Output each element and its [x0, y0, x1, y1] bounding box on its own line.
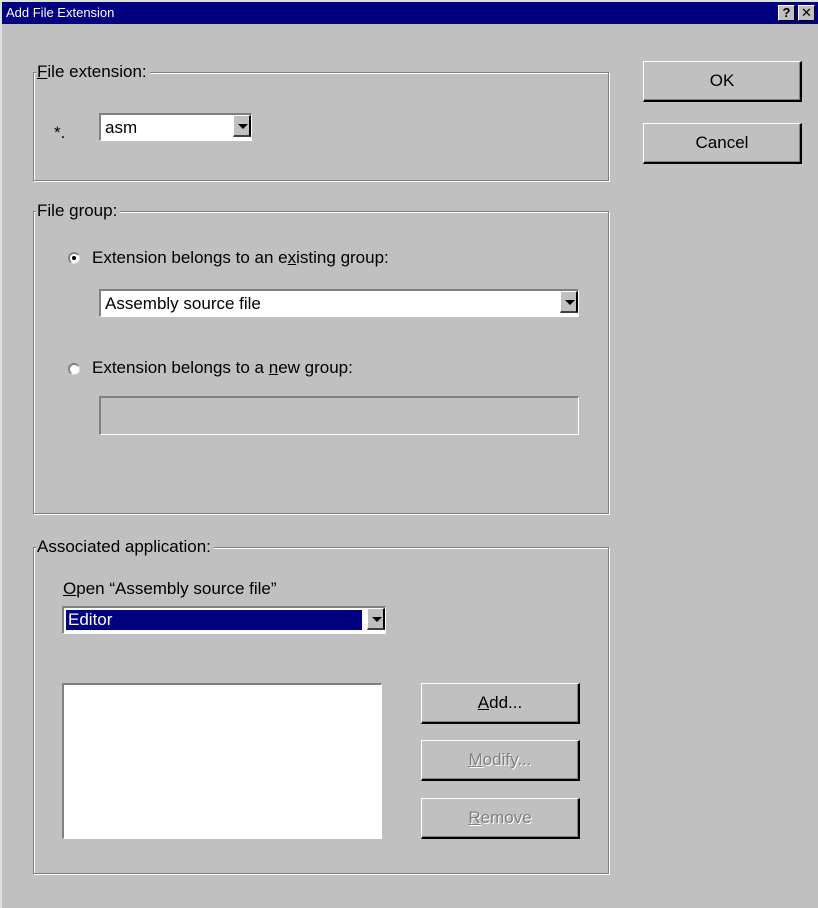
- radio-dot-icon: [72, 256, 76, 260]
- new-group-radio[interactable]: [68, 363, 80, 375]
- existing-group-label[interactable]: Extension belongs to an existing group:: [92, 248, 389, 268]
- ok-button[interactable]: OK: [643, 61, 802, 102]
- extension-dropdown-button[interactable]: [233, 115, 251, 137]
- application-dropdown-button[interactable]: [367, 608, 385, 630]
- associated-application-label: Associated application:: [36, 537, 214, 557]
- existing-group-dropdown-button[interactable]: [560, 291, 578, 313]
- chevron-down-icon: [372, 617, 382, 622]
- extension-combo[interactable]: asm: [99, 113, 252, 141]
- cancel-button[interactable]: Cancel: [643, 123, 802, 164]
- application-list[interactable]: [62, 683, 382, 839]
- window-title: Add File Extension: [6, 5, 115, 20]
- chevron-down-icon: [238, 124, 248, 129]
- modify-button[interactable]: Modify...: [421, 740, 580, 781]
- file-group-label: File group:: [36, 201, 121, 221]
- new-group-input[interactable]: [99, 396, 579, 435]
- add-file-extension-dialog: Add File Extension ? ✕ File extension: *…: [0, 0, 818, 908]
- open-with-label: Open “Assembly source file”: [63, 579, 277, 598]
- file-extension-group: File extension: *. asm: [33, 62, 609, 181]
- new-group-label[interactable]: Extension belongs to a new group:: [92, 358, 353, 378]
- chevron-down-icon: [565, 300, 575, 305]
- extension-prefix: *.: [54, 123, 66, 142]
- close-icon: ✕: [801, 5, 812, 20]
- add-button[interactable]: Add...: [421, 683, 580, 724]
- existing-group-combo[interactable]: Assembly source file: [99, 289, 579, 317]
- file-extension-label: File extension:: [36, 62, 150, 82]
- title-bar: Add File Extension ? ✕: [2, 2, 818, 24]
- existing-group-radio[interactable]: [68, 252, 80, 264]
- existing-group-value: Assembly source file: [105, 294, 261, 313]
- file-group-group: File group: Extension belongs to an exis…: [33, 201, 609, 514]
- help-button[interactable]: ?: [778, 5, 795, 21]
- application-combo[interactable]: Editor: [62, 606, 386, 634]
- close-button[interactable]: ✕: [798, 5, 815, 21]
- application-value: Editor: [66, 610, 362, 630]
- extension-value: asm: [105, 118, 138, 137]
- remove-button[interactable]: Remove: [421, 798, 580, 839]
- associated-application-group: Associated application: Open “Assembly s…: [33, 537, 609, 874]
- help-icon: ?: [782, 5, 791, 20]
